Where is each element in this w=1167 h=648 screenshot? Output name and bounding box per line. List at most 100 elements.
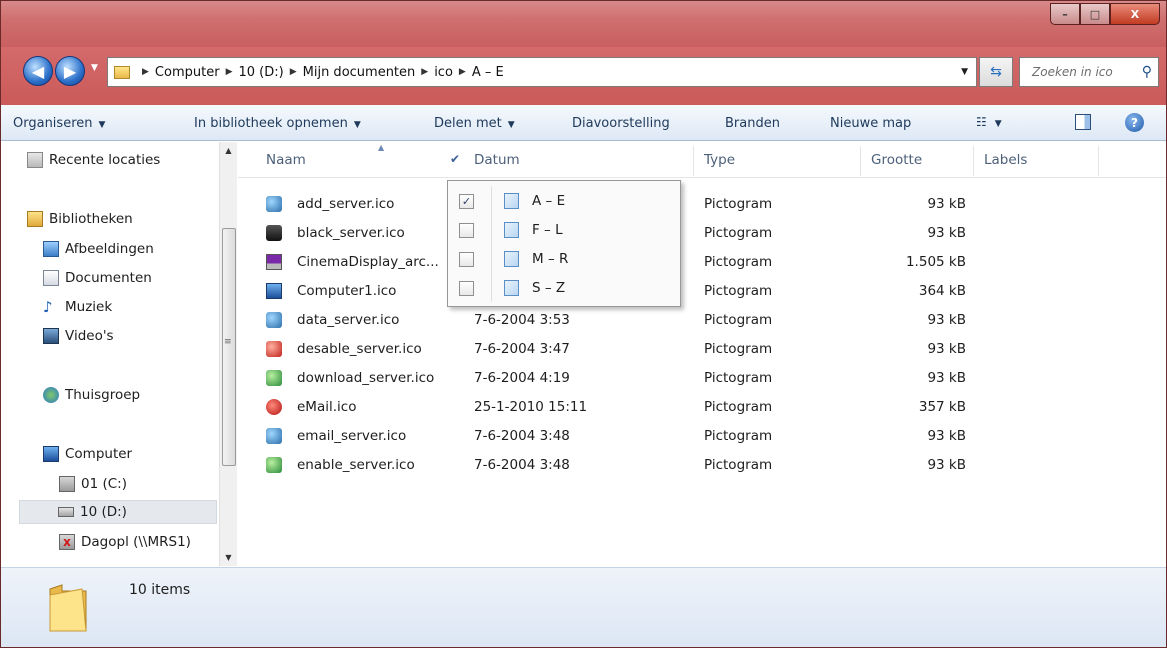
column-labels[interactable]: Labels	[976, 142, 1096, 178]
forward-button[interactable]: ▶	[55, 56, 85, 86]
column-name[interactable]: Naam	[258, 142, 444, 178]
minimize-button[interactable]: –	[1050, 3, 1080, 25]
sidebar-item-documents[interactable]: Documenten	[43, 266, 152, 290]
table-row[interactable]: email_server.ico 7-6-2004 3:48 Pictogram…	[238, 422, 1166, 451]
scroll-up-button[interactable]: ▲	[220, 142, 237, 159]
column-divider[interactable]	[1098, 146, 1099, 176]
table-row[interactable]: enable_server.ico 7-6-2004 3:48 Pictogra…	[238, 451, 1166, 480]
table-row[interactable]: black_server.ico Pictogram 93 kB	[238, 219, 1166, 248]
column-type[interactable]: Type	[696, 142, 858, 178]
filter-item-f-l[interactable]: F – L	[448, 216, 680, 245]
change-view-button[interactable]: ☷ ▼	[976, 115, 1002, 129]
address-bar[interactable]: ▶ Computer ▶ 10 (D:) ▶ Mijn documenten ▶…	[107, 57, 977, 87]
file-size: 93 kB	[927, 312, 966, 328]
chevron-down-icon: ▼	[98, 120, 106, 130]
sidebar-item-network-drive[interactable]: x Dagopl (\\MRS1)	[59, 530, 191, 554]
scrollbar-thumb[interactable]	[222, 228, 236, 466]
sidebar-item-label: Recente locaties	[49, 152, 161, 168]
drive-d-icon	[58, 507, 74, 517]
column-size-label: Grootte	[871, 152, 923, 168]
organize-button[interactable]: Organiseren ▼	[13, 116, 105, 131]
arrow-right-icon: ▶	[63, 61, 77, 81]
breadcrumb-ico[interactable]: ico	[434, 65, 453, 80]
filter-checkbox[interactable]	[459, 281, 474, 296]
file-list: Naam ▲ ✔ Datum Type Grootte Labels add_s…	[238, 142, 1166, 566]
scroll-down-button[interactable]: ▼	[220, 549, 237, 566]
monitor-icon	[266, 254, 282, 270]
share-with-button[interactable]: Delen met ▼	[434, 116, 515, 131]
file-name: CinemaDisplay_arc...	[297, 254, 439, 270]
file-type: Pictogram	[704, 341, 773, 357]
table-row[interactable]: download_server.ico 7-6-2004 4:19 Pictog…	[238, 364, 1166, 393]
include-in-library-button[interactable]: In bibliotheek opnemen ▼	[194, 116, 361, 131]
file-size: 364 kB	[918, 283, 966, 299]
sidebar-item-drive-d[interactable]: 10 (D:)	[19, 500, 217, 524]
back-button[interactable]: ◀	[23, 56, 53, 86]
help-button[interactable]: ?	[1125, 113, 1144, 132]
chevron-right-icon[interactable]: ▶	[226, 67, 233, 77]
table-row[interactable]: add_server.ico Pictogram 93 kB	[238, 190, 1166, 219]
file-size: 93 kB	[927, 370, 966, 386]
file-date: 7-6-2004 3:48	[474, 428, 570, 444]
sidebar-item-label: Thuisgroep	[65, 387, 141, 403]
breadcrumb-drive-d[interactable]: 10 (D:)	[238, 65, 283, 80]
filter-checkbox[interactable]: ✓	[459, 194, 474, 209]
sidebar-item-pictures[interactable]: Afbeeldingen	[43, 237, 154, 261]
breadcrumb-mijn-documenten[interactable]: Mijn documenten	[303, 65, 416, 80]
search-icon[interactable]: ⚲	[1142, 64, 1152, 80]
chevron-right-icon[interactable]: ▶	[290, 67, 297, 77]
slideshow-button[interactable]: Diavoorstelling	[572, 116, 670, 131]
chevron-right-icon[interactable]: ▶	[459, 67, 466, 77]
filter-item-s-z[interactable]: S – Z	[448, 274, 680, 303]
sidebar-item-label: Muziek	[65, 299, 113, 315]
column-size[interactable]: Grootte	[863, 142, 971, 178]
column-divider[interactable]	[860, 146, 861, 176]
server-disable-icon	[266, 341, 282, 357]
column-divider[interactable]	[693, 146, 694, 176]
server-black-icon	[266, 225, 282, 241]
table-row[interactable]: desable_server.ico 7-6-2004 3:47 Pictogr…	[238, 335, 1166, 364]
filter-checkbox[interactable]	[459, 223, 474, 238]
close-button[interactable]: X	[1110, 3, 1160, 25]
sidebar-item-homegroup[interactable]: Thuisgroep	[43, 383, 140, 407]
column-date[interactable]: Datum	[466, 142, 688, 178]
recent-pages-dropdown[interactable]: ▼	[91, 63, 98, 73]
videos-icon	[43, 328, 59, 344]
table-row[interactable]: eMail.ico 25-1-2010 15:11 Pictogram 357 …	[238, 393, 1166, 422]
sidebar-item-computer[interactable]: Computer	[43, 442, 132, 466]
filter-checkbox[interactable]	[459, 252, 474, 267]
sidebar-item-music[interactable]: ♪ Muziek	[43, 295, 112, 319]
chevron-right-icon[interactable]: ▶	[421, 67, 428, 77]
command-bar: Organiseren ▼ In bibliotheek opnemen ▼ Del…	[1, 105, 1166, 141]
table-row[interactable]: data_server.ico 7-6-2004 3:53 Pictogram …	[238, 306, 1166, 335]
column-divider[interactable]	[973, 146, 974, 176]
address-history-dropdown[interactable]: ▼	[961, 67, 968, 77]
search-input[interactable]: Zoeken in ico ⚲	[1019, 57, 1159, 87]
maximize-button[interactable]: □	[1080, 3, 1110, 25]
filter-item-a-e[interactable]: ✓ A – E	[448, 187, 680, 216]
sidebar-item-libraries[interactable]: Bibliotheken	[27, 207, 133, 231]
file-size: 93 kB	[927, 428, 966, 444]
file-name: Computer1.ico	[297, 283, 397, 299]
music-icon: ♪	[43, 298, 53, 316]
preview-pane-button[interactable]	[1075, 114, 1091, 130]
email-icon	[266, 399, 282, 415]
checkmark-icon[interactable]: ✔	[450, 152, 460, 166]
breadcrumb-computer[interactable]: Computer	[155, 65, 220, 80]
sidebar-scrollbar[interactable]: ▲ ≡ ▼	[219, 142, 237, 566]
sidebar-item-drive-c[interactable]: 01 (C:)	[59, 472, 127, 496]
column-type-label: Type	[704, 152, 736, 168]
table-row[interactable]: CinemaDisplay_arc... Pictogram 1.505 kB	[238, 248, 1166, 277]
view-details-icon: ☷	[976, 115, 987, 129]
title-bar[interactable]: – □ X	[1, 1, 1166, 47]
sidebar-item-videos[interactable]: Video's	[43, 324, 114, 348]
burn-button[interactable]: Branden	[725, 116, 780, 131]
refresh-button[interactable]: ⇆	[979, 57, 1013, 87]
breadcrumb-a-e[interactable]: A – E	[472, 65, 504, 80]
new-folder-button[interactable]: Nieuwe map	[830, 116, 911, 131]
filter-item-m-r[interactable]: M – R	[448, 245, 680, 274]
table-row[interactable]: Computer1.ico Pictogram 364 kB	[238, 277, 1166, 306]
sidebar-item-recent-places[interactable]: Recente locaties	[27, 148, 160, 172]
pictures-icon	[43, 241, 59, 257]
chevron-right-icon[interactable]: ▶	[142, 67, 149, 77]
